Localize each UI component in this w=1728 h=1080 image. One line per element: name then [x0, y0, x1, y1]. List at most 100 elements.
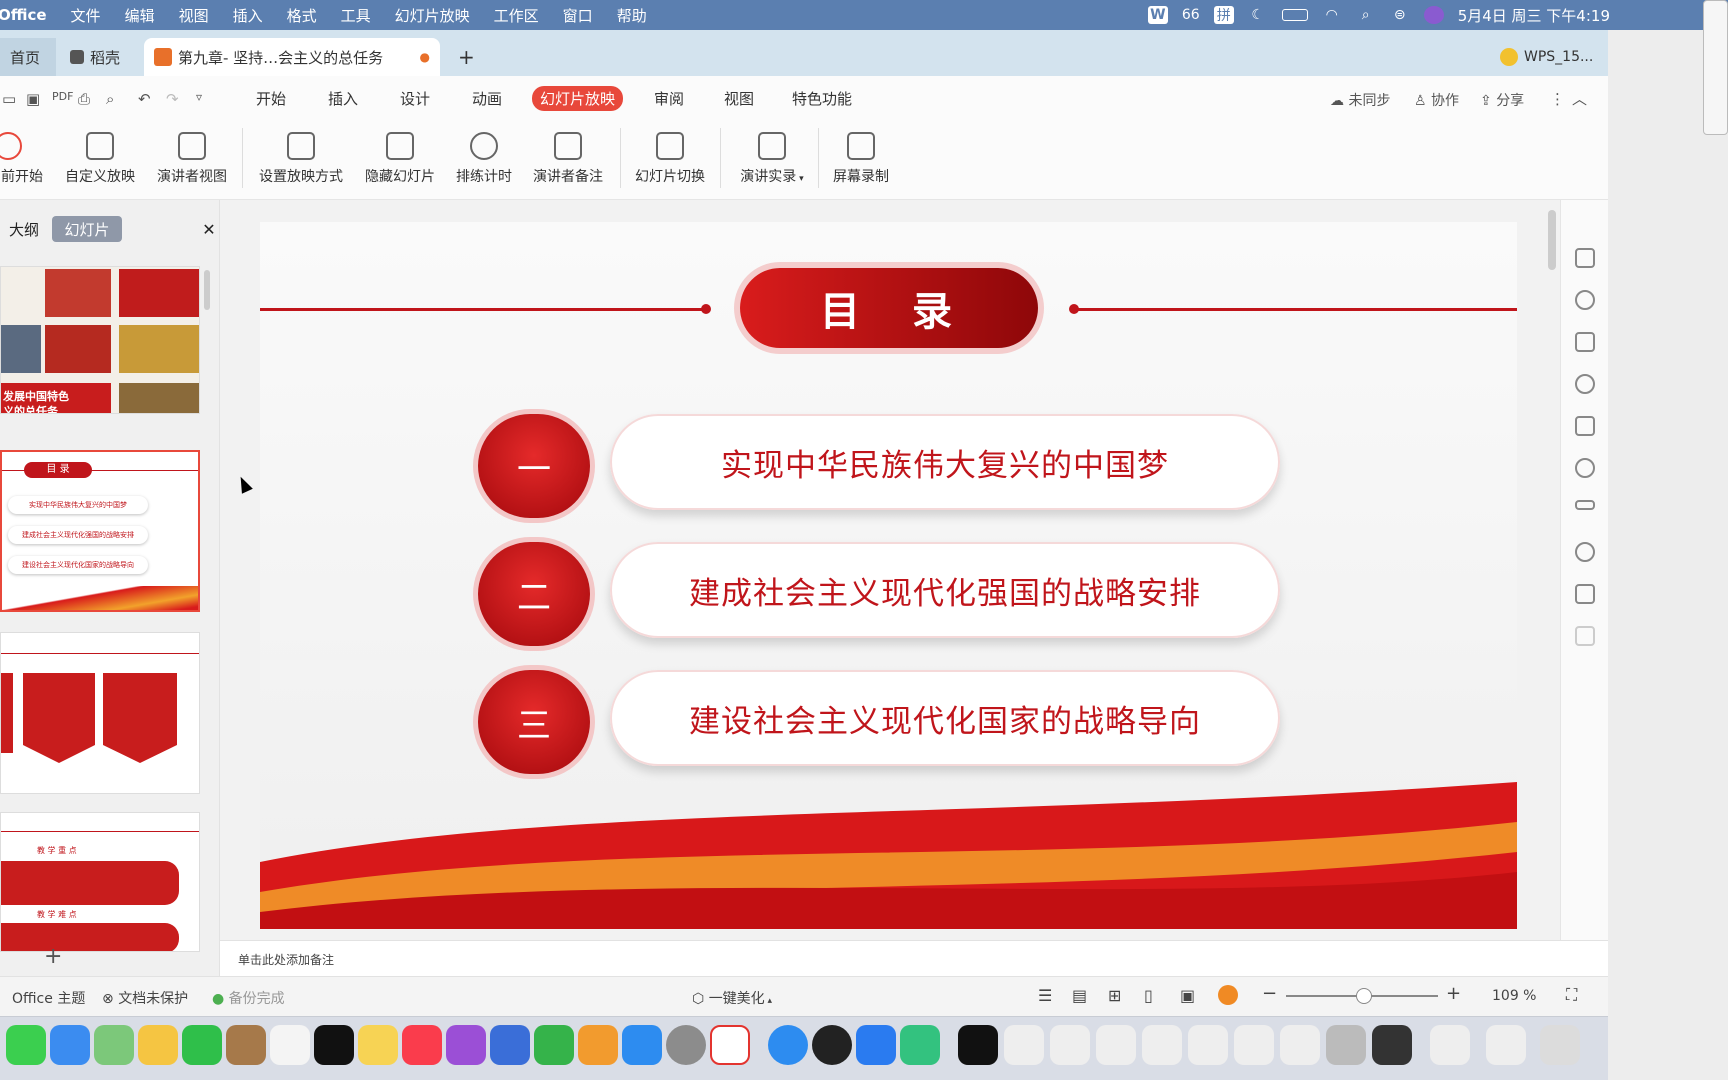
safari-icon[interactable]	[768, 1025, 808, 1065]
notes-toggle-icon[interactable]: ☰	[1038, 986, 1052, 1005]
wps-status-icon[interactable]: W	[1147, 6, 1168, 24]
appletv-icon[interactable]	[314, 1025, 354, 1065]
beautify-button[interactable]: ⬡ 一键美化 ▴	[692, 988, 772, 1008]
save-icon[interactable]: ▭	[2, 90, 16, 108]
add-slide-button[interactable]: +	[44, 944, 62, 969]
copy-icon[interactable]	[1575, 416, 1595, 436]
tab-design[interactable]: 设计	[392, 86, 438, 111]
pages-icon[interactable]	[578, 1025, 618, 1065]
tab-insert[interactable]: 插入	[320, 86, 366, 111]
cube-icon[interactable]	[1575, 626, 1595, 646]
tab-slideshow[interactable]: 幻灯片放映	[532, 86, 624, 111]
sync-status[interactable]: ☁ 未同步	[1330, 90, 1390, 110]
tab-start[interactable]: 开始	[248, 86, 294, 111]
settings-icon[interactable]	[1575, 374, 1595, 394]
appstore-icon[interactable]	[622, 1025, 662, 1065]
chevron-down-icon[interactable]: ▿	[196, 90, 202, 104]
numbers-icon[interactable]	[534, 1025, 574, 1065]
window-thumbnail[interactable]	[1188, 1025, 1228, 1065]
reminders-icon[interactable]	[270, 1025, 310, 1065]
fit-window-icon[interactable]: ⛶	[1566, 985, 1577, 1005]
menu-view[interactable]: 视图	[167, 5, 221, 26]
window-thumbnail[interactable]	[1096, 1025, 1136, 1065]
print-icon[interactable]: ⎙	[78, 90, 90, 108]
share-button[interactable]: ⇪ 分享	[1480, 90, 1524, 110]
menu-insert[interactable]: 插入	[221, 5, 275, 26]
window-thumbnail[interactable]	[1326, 1025, 1366, 1065]
window-thumbnail[interactable]	[1142, 1025, 1182, 1065]
facetime-icon[interactable]	[182, 1025, 222, 1065]
window-thumbnail[interactable]	[1372, 1025, 1412, 1065]
style-icon[interactable]	[1575, 332, 1595, 352]
podcasts-icon[interactable]	[446, 1025, 486, 1065]
menu-help[interactable]: 帮助	[605, 5, 659, 26]
trash-icon[interactable]	[1540, 1025, 1580, 1065]
clock[interactable]: 5月4日 周三 下午4:19	[1458, 5, 1610, 26]
menu-edit[interactable]: 编辑	[113, 5, 167, 26]
keynote-icon[interactable]	[490, 1025, 530, 1065]
redo-icon[interactable]: ↷	[166, 90, 179, 108]
window-thumbnail[interactable]	[1004, 1025, 1044, 1065]
play-icon[interactable]	[1218, 985, 1238, 1005]
record-narration-button[interactable]: 演讲实录 ▾	[734, 132, 810, 186]
screen-record-button[interactable]: 屏幕录制	[830, 132, 892, 186]
sliders-icon[interactable]	[1575, 500, 1595, 510]
music-icon[interactable]	[402, 1025, 442, 1065]
presenter-view-button[interactable]: 演讲者视图	[154, 132, 230, 186]
hide-slide-button[interactable]: 隐藏幻灯片	[362, 132, 438, 186]
menu-slideshow[interactable]: 幻灯片放映	[383, 5, 482, 26]
menu-format[interactable]: 格式	[275, 5, 329, 26]
tab-outline[interactable]: 大纲	[0, 216, 48, 242]
history-icon[interactable]	[1575, 542, 1595, 562]
print-preview-icon[interactable]: ⌕	[106, 90, 114, 108]
siri-icon[interactable]	[1423, 6, 1444, 24]
close-icon[interactable]: ✕	[200, 216, 218, 242]
layout-icon[interactable]	[1575, 248, 1595, 268]
reading-view-icon[interactable]: ▯	[1144, 986, 1153, 1005]
menu-file[interactable]: 文件	[59, 5, 113, 26]
contacts-icon[interactable]	[226, 1025, 266, 1065]
input-method-icon[interactable]: 拼	[1213, 6, 1234, 24]
setup-show-button[interactable]: 设置放映方式	[256, 132, 346, 186]
zoom-out-icon[interactable]: −	[1262, 983, 1277, 1004]
document-thumbnail[interactable]	[1430, 1025, 1470, 1065]
system-settings-icon[interactable]	[666, 1025, 706, 1065]
undo-icon[interactable]: ↶	[138, 90, 151, 108]
pdf-icon[interactable]: PDF	[52, 90, 73, 103]
wps-account[interactable]: WPS_15...	[1490, 38, 1603, 76]
messages-icon[interactable]	[6, 1025, 46, 1065]
terminal-window-thumbnail[interactable]	[958, 1025, 998, 1065]
slide[interactable]: 目 录 一 实现中华民族伟大复兴的中国梦 二 建成社会主义现代化强国的战略安排 …	[260, 222, 1517, 929]
meeting-icon[interactable]	[856, 1025, 896, 1065]
slide-transition-button[interactable]: 幻灯片切换	[632, 132, 708, 186]
tab-features[interactable]: 特色功能	[784, 86, 860, 111]
protect-status[interactable]: ⊗ 文档未保护	[102, 988, 188, 1008]
control-center-icon[interactable]: ⊜	[1390, 6, 1410, 24]
normal-view-icon[interactable]: ▤	[1072, 986, 1087, 1005]
new-tab-button[interactable]: +	[448, 38, 485, 76]
search-icon[interactable]: ⌕	[1356, 6, 1376, 24]
window-thumbnail[interactable]	[1234, 1025, 1274, 1065]
window-thumbnail[interactable]	[1050, 1025, 1090, 1065]
window-thumbnail[interactable]	[1280, 1025, 1320, 1065]
slide-thumbnail-4[interactable]: 教 学 重 点 教 学 难 点	[0, 812, 200, 952]
presenter-icon[interactable]: ▣	[1180, 986, 1195, 1005]
rehearse-timing-button[interactable]: 排练计时	[452, 132, 516, 186]
tab-home[interactable]: 首页	[0, 38, 56, 76]
from-current-button[interactable]: 前开始	[0, 132, 44, 186]
menu-tools[interactable]: 工具	[329, 5, 383, 26]
speaker-notes-button[interactable]: 演讲者备注	[530, 132, 606, 186]
menu-window[interactable]: 窗口	[551, 5, 605, 26]
collab-button[interactable]: ♙ 协作	[1414, 90, 1459, 110]
notes-icon[interactable]	[358, 1025, 398, 1065]
mail-icon[interactable]	[50, 1025, 90, 1065]
maps-icon[interactable]	[94, 1025, 134, 1065]
tab-animation[interactable]: 动画	[464, 86, 510, 111]
custom-show-button[interactable]: 自定义放映	[62, 132, 138, 186]
tab-slides[interactable]: 幻灯片	[52, 216, 122, 242]
canvas-scrollbar[interactable]	[1548, 210, 1556, 270]
photos-icon[interactable]	[138, 1025, 178, 1065]
collapse-ribbon-icon[interactable]: ︿	[1572, 88, 1587, 109]
wps-office-icon[interactable]	[710, 1025, 750, 1065]
save-disk-icon[interactable]: ▣	[26, 90, 40, 108]
